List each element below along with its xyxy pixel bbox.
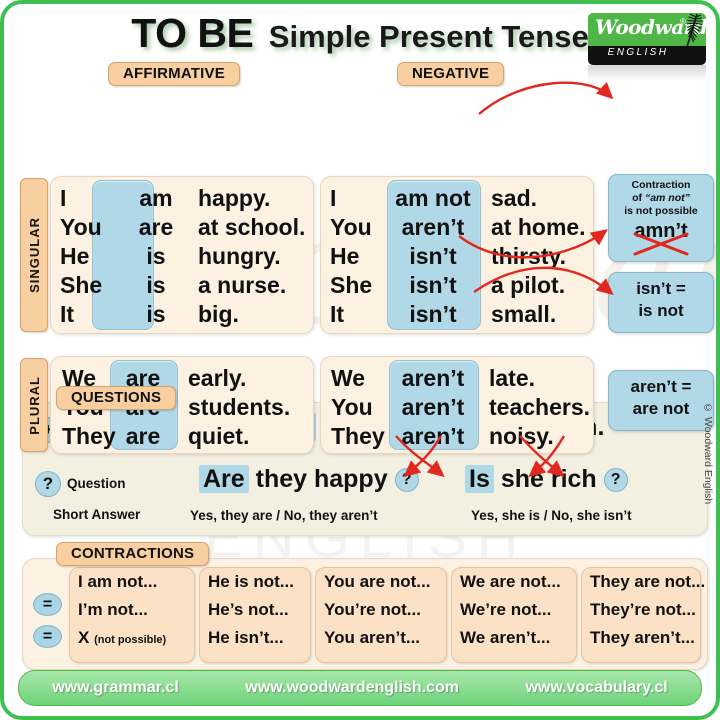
question-sentence-1: Are they happy ? <box>199 465 419 494</box>
footer-link-woodwardenglish[interactable]: www.woodwardenglish.com <box>245 679 459 697</box>
complement-column: late. teachers. noisy. <box>489 365 591 449</box>
verb-text-column: am not aren’t isn’t isn’t isn’t <box>395 185 471 327</box>
conjugation-singular-negative: I You He She It am not aren’t isn’t isn’… <box>330 184 586 329</box>
subject-column: We You They <box>331 365 385 449</box>
note-amnot-impossible: Contraction of “am not” is not possible … <box>608 174 714 262</box>
contraction-column-3: You are not... You’re not... You aren’t.… <box>315 567 447 663</box>
contraction-column-2: He is not... He’s not... He isn’t... <box>199 567 311 663</box>
copyright-text: © Woodward English <box>702 402 714 505</box>
equals-icon-1: = <box>33 593 62 616</box>
note-amnot-line2: of “am not” <box>632 192 690 204</box>
side-label-plural: PLURAL <box>20 358 48 452</box>
short-answer-2: Yes, she is / No, she isn’t <box>471 508 632 523</box>
contraction-column-1: I am not... I’m not... X (not possible) <box>69 567 195 663</box>
footer-link-grammar[interactable]: www.grammar.cl <box>52 679 179 697</box>
complement-column: sad. at home. thirsty. a pilot. small. <box>491 185 586 327</box>
verb-text-column: am are is is is <box>138 185 174 327</box>
subject-column: I You He She It <box>330 185 373 327</box>
highlight-verb: Is <box>465 465 494 493</box>
complement-column: early. students. quiet. <box>188 365 291 449</box>
title-sub: Simple Present Tense <box>268 19 589 54</box>
question-sentence-2: Is she rich ? <box>465 465 628 494</box>
woodward-logo[interactable]: Woodward ® ENGLISH <box>588 13 708 81</box>
contraction-column-4: We are not... We’re not... We aren’t... <box>451 567 577 663</box>
tag-questions: QUESTIONS <box>56 386 177 410</box>
arrow-amnot-to-note <box>478 81 614 115</box>
complement-column: happy. at school. hungry. a nurse. big. <box>198 185 306 327</box>
poster: Woodward ENGLISH TO BE Simple Present Te… <box>0 0 720 720</box>
highlight-verb: Are <box>199 465 249 493</box>
label-question-row: Question <box>67 476 126 491</box>
side-label-singular: SINGULAR <box>20 178 48 332</box>
tag-affirmative: AFFIRMATIVE <box>108 62 240 86</box>
panel-contractions: = = I am not... I’m not... X (not possib… <box>22 558 708 670</box>
question-mark-icon: ? <box>35 471 61 497</box>
section-tags-row: AFFIRMATIVE NEGATIVE <box>4 62 716 86</box>
question-mark-badge: ? <box>603 468 628 492</box>
note-arent-equals: aren’t = are not <box>608 370 714 431</box>
contraction-not-possible: X (not possible) <box>78 628 167 647</box>
note-isnt-equals: isn’t = is not <box>608 272 714 333</box>
label-short-answer-row: Short Answer <box>53 507 141 522</box>
question-mark-badge: ? <box>394 468 419 492</box>
conjugation-plural-negative: We You They aren’t aren’t aren’t late. t… <box>331 364 590 451</box>
tag-negative: NEGATIVE <box>397 62 505 86</box>
conjugation-singular-affirmative: I You He She It am are is is is happy. a… <box>60 184 305 329</box>
footer-link-vocabulary[interactable]: www.vocabulary.cl <box>525 679 667 697</box>
footer-links-bar: www.grammar.cl www.woodwardenglish.com w… <box>18 670 702 706</box>
tag-contractions: CONTRACTIONS <box>56 542 210 566</box>
contraction-column-5: They are not... They’re not... They aren… <box>581 567 705 663</box>
equals-icon-2: = <box>33 625 62 648</box>
fern-icon <box>685 13 703 51</box>
verb-text-column: aren’t aren’t aren’t <box>401 365 465 449</box>
header: TO BE Simple Present Tense Woodward ® EN… <box>4 4 716 81</box>
subject-column: I You He She It <box>60 185 103 327</box>
short-answer-1: Yes, they are / No, they aren’t <box>190 508 378 523</box>
title-main: TO BE <box>131 10 254 56</box>
